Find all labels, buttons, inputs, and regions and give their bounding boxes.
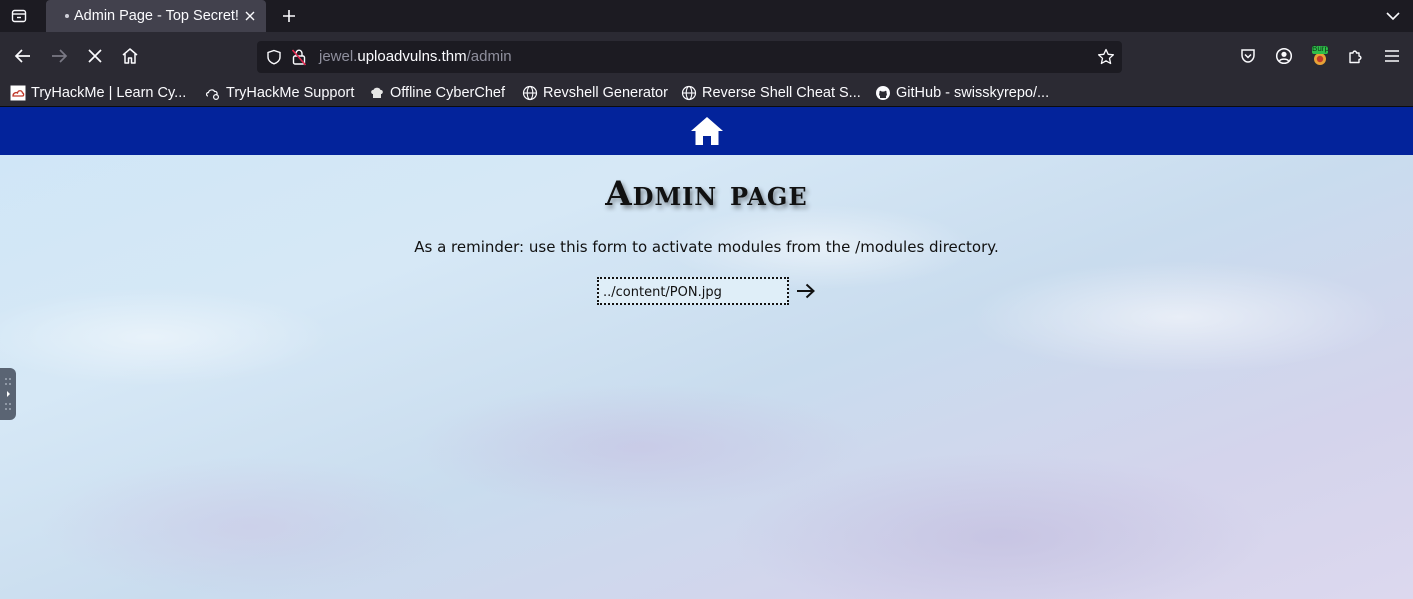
site-header-bar [0, 107, 1413, 155]
home-button[interactable] [118, 44, 142, 68]
globe-icon [681, 85, 697, 101]
module-activation-form [597, 277, 827, 307]
expand-right-icon [5, 378, 11, 410]
cloud-gear-icon [205, 85, 221, 101]
tab-title: Admin Page - Top Secret! [74, 8, 239, 24]
pocket-icon [1241, 49, 1255, 63]
account-button[interactable] [1272, 44, 1296, 68]
url-subdomain: jewel. [319, 48, 358, 65]
extensions-button[interactable] [1344, 44, 1368, 68]
bookmark-github-swisskyrepo[interactable]: GitHub - swisskyrepo/... [875, 83, 1049, 103]
module-path-input[interactable] [597, 277, 789, 305]
bookmark-star-icon[interactable] [1097, 48, 1115, 66]
burp-badge-label: Burp [1312, 44, 1329, 53]
hamburger-menu-icon [1385, 50, 1399, 62]
arrow-right-icon [797, 283, 815, 299]
list-all-tabs-button[interactable] [1383, 6, 1403, 26]
home-icon [691, 117, 723, 145]
arrow-left-icon [14, 49, 30, 63]
account-icon [1275, 47, 1293, 65]
back-button[interactable] [11, 44, 35, 68]
arrow-right-icon [52, 49, 68, 63]
submit-module-button[interactable] [795, 280, 817, 302]
bookmark-reverse-shell-cheat-sheet[interactable]: Reverse Shell Cheat S... [681, 83, 861, 103]
bookmarks-toolbar: TryHackMe | Learn Cy... TryHackMe Suppor… [0, 80, 1413, 107]
bookmark-tryhackme-support[interactable]: TryHackMe Support [205, 83, 354, 103]
new-tab-button[interactable] [278, 5, 300, 27]
tab-close-button[interactable] [242, 8, 258, 24]
site-home-link[interactable] [690, 115, 724, 147]
close-icon [245, 11, 255, 21]
github-icon [875, 85, 891, 101]
bookmark-offline-cyberchef[interactable]: Offline CyberChef [369, 83, 505, 103]
chevron-down-icon [1386, 12, 1400, 21]
side-panel-handle[interactable] [0, 368, 16, 420]
page-content: Admin page As a reminder: use this form … [0, 107, 1413, 599]
bookmark-revshell-generator[interactable]: Revshell Generator [522, 83, 668, 103]
pocket-button[interactable] [1236, 44, 1260, 68]
chef-hat-icon [369, 85, 385, 101]
stop-button[interactable] [83, 44, 107, 68]
bookmark-tryhackme[interactable]: TryHackMe | Learn Cy... [10, 83, 186, 103]
puzzle-icon [1349, 50, 1362, 64]
address-bar[interactable]: jewel.uploadvulns.thm/admin [257, 41, 1122, 73]
stop-x-icon [88, 49, 102, 63]
bookmark-label: GitHub - swisskyrepo/... [896, 85, 1050, 101]
nav-toolbar: jewel.uploadvulns.thm/admin Burp [0, 32, 1413, 80]
burp-extension-button[interactable]: Burp [1308, 44, 1332, 68]
reminder-text: As a reminder: use this form to activate… [414, 238, 999, 256]
globe-icon [522, 85, 538, 101]
tab-list-button[interactable] [8, 5, 30, 27]
tryhackme-favicon [10, 85, 26, 101]
bookmark-label: TryHackMe Support [226, 85, 355, 101]
bookmark-label: Reverse Shell Cheat S... [702, 85, 861, 101]
shield-icon [267, 49, 281, 65]
browser-tab[interactable]: Admin Page - Top Secret! [46, 0, 266, 32]
url-host: uploadvulns.thm [357, 48, 467, 65]
plus-icon [283, 10, 295, 22]
insecure-lock-icon[interactable] [291, 48, 307, 66]
tab-strip: Admin Page - Top Secret! [0, 0, 1413, 32]
app-menu-button[interactable] [1380, 44, 1404, 68]
bookmark-label: TryHackMe | Learn Cy... [31, 85, 187, 101]
tab-loading-dot [65, 14, 69, 18]
tab-list-icon [11, 9, 27, 23]
bookmark-label: Offline CyberChef [390, 85, 505, 101]
url-path: /admin [466, 48, 512, 65]
home-icon [122, 48, 138, 64]
bookmark-label: Revshell Generator [543, 85, 668, 101]
forward-button[interactable] [47, 44, 71, 68]
url-text[interactable]: jewel.uploadvulns.thm/admin [319, 48, 512, 65]
page-title: Admin page [605, 174, 808, 214]
